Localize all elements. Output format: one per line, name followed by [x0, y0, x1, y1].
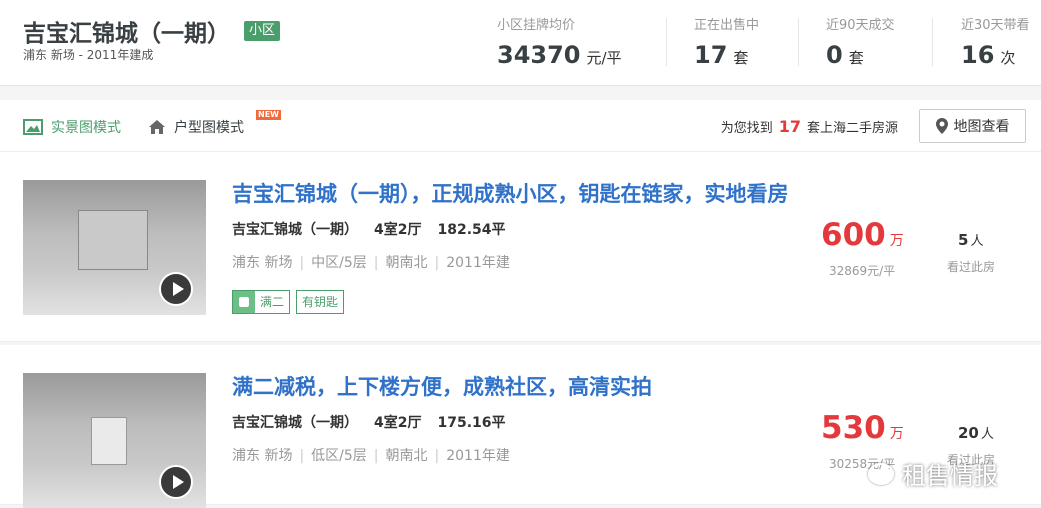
stat-label: 近30天带看 — [961, 18, 1030, 33]
viewer-count: 5人 — [958, 230, 983, 249]
divider — [932, 18, 933, 66]
community-title: 吉宝汇锦城（一期） 小区 — [23, 14, 281, 48]
play-video-icon[interactable] — [159, 272, 193, 306]
image-icon — [23, 119, 43, 135]
stat-number: 17 — [694, 41, 728, 69]
watermark: 租售情报 — [868, 456, 998, 491]
photo-room — [78, 210, 148, 270]
tag-two-years: 满二 — [232, 290, 291, 314]
listing-toolbar: 实景图模式 户型图模式 NEW 为您找到 17 套上海二手房源 地图查看 — [0, 100, 1041, 152]
orientation: 朝南北 — [385, 448, 428, 464]
map-button-label: 地图查看 — [953, 119, 1010, 135]
watermark-text: 租售情报 — [902, 462, 998, 490]
total-price: 530 万 — [821, 410, 904, 446]
viewer-number: 5 — [958, 231, 969, 249]
community-header: 吉宝汇锦城（一期） 小区 浦东 新场 - 2011年建成 小区挂牌均价 3437… — [0, 0, 1041, 86]
photo-window — [91, 417, 127, 465]
stat-deals-90d: 近90天成交 0套 — [826, 14, 895, 74]
orientation: 朝南北 — [385, 255, 428, 271]
divider — [798, 18, 799, 66]
district: 浦东 新场 — [232, 255, 293, 271]
district: 浦东 新场 — [232, 448, 293, 464]
community-subtitle: 浦东 新场 - 2011年建成 — [23, 48, 154, 62]
stat-label: 小区挂牌均价 — [497, 18, 576, 33]
result-suffix: 套上海二手房源 — [806, 121, 898, 136]
build-year: 2011年建 — [446, 255, 510, 271]
unit-price: 32869元/平 — [829, 264, 896, 278]
layout-mode-label: 户型图模式 — [174, 120, 244, 136]
listing-photo[interactable] — [23, 180, 206, 315]
separator: | — [299, 448, 305, 464]
stat-unit: 次 — [1000, 49, 1016, 67]
floor-area: 175.16平 — [437, 415, 506, 431]
stat-visits-30d: 近30天带看 16 次 — [961, 14, 1030, 74]
stat-value: 34370 元/平 — [497, 41, 622, 69]
stat-on-sale: 正在出售中 17 套 — [694, 14, 759, 74]
price-number: 530 — [821, 410, 886, 446]
tag-label: 满二 — [260, 295, 285, 309]
stat-label: 正在出售中 — [694, 18, 760, 33]
viewer-unit: 人 — [970, 234, 984, 249]
result-count: 为您找到 17 套上海二手房源 — [721, 117, 898, 136]
separator: | — [373, 448, 379, 464]
new-badge: NEW — [256, 110, 281, 120]
viewer-number: 20 — [958, 424, 979, 442]
community-badge: 小区 — [244, 21, 281, 41]
house-icon — [149, 120, 165, 134]
stat-unit: 套 — [733, 49, 749, 67]
separator: | — [434, 255, 440, 271]
floor-area: 182.54平 — [437, 222, 506, 238]
map-view-button[interactable]: 地图查看 — [919, 109, 1026, 143]
result-prefix: 为您找到 — [720, 121, 773, 136]
community-name[interactable]: 吉宝汇锦城（一期） — [23, 14, 230, 48]
photo-mode-tab[interactable]: 实景图模式 — [23, 117, 121, 137]
room-layout: 4室2厅 — [374, 415, 422, 431]
price-number: 600 — [821, 217, 886, 253]
stat-label: 近90天成交 — [826, 18, 895, 33]
floor-level: 中区/5层 — [311, 255, 367, 271]
stat-number: 0 — [826, 41, 843, 69]
listing-title[interactable]: 满二减税，上下楼方便，成熟社区，高清实拍 — [232, 371, 652, 401]
stat-unit: 元/平 — [586, 49, 622, 67]
location-pin-icon — [935, 118, 948, 134]
stat-number: 16 — [961, 41, 995, 69]
stat-value: 0套 — [826, 41, 895, 69]
floor-level: 低区/5层 — [311, 448, 367, 464]
viewer-unit: 人 — [980, 427, 994, 442]
separator: | — [434, 448, 440, 464]
position-info: 浦东 新场 | 中区/5层 | 朝南北 | 2011年建 — [232, 252, 510, 272]
bag-icon — [233, 291, 255, 313]
result-number: 17 — [778, 117, 801, 136]
stat-number: 34370 — [497, 41, 581, 69]
play-video-icon[interactable] — [159, 465, 193, 499]
wechat-icon — [868, 462, 894, 485]
listing-photo[interactable] — [23, 373, 206, 508]
tag-has-key: 有钥匙 — [296, 290, 345, 314]
photo-mode-label: 实景图模式 — [51, 120, 121, 136]
house-info: 吉宝汇锦城（一期） 4室2厅 182.54平 — [232, 219, 522, 239]
total-price: 600 万 — [821, 217, 904, 253]
stat-avg-price: 小区挂牌均价 34370 元/平 — [497, 14, 622, 74]
listing-tags: 满二 有钥匙 — [232, 290, 345, 314]
viewer-label: 看过此房 — [947, 260, 996, 274]
listing-item[interactable]: 吉宝汇锦城（一期），正规成熟小区，钥匙在链家，实地看房 吉宝汇锦城（一期） 4室2… — [0, 152, 1041, 342]
position-info: 浦东 新场 | 低区/5层 | 朝南北 | 2011年建 — [232, 445, 510, 465]
stat-value: 17 套 — [694, 41, 759, 69]
community-link[interactable]: 吉宝汇锦城（一期） — [232, 222, 358, 238]
stat-value: 16 次 — [961, 41, 1030, 69]
stat-unit: 套 — [848, 49, 864, 67]
layout-mode-tab[interactable]: 户型图模式 NEW — [148, 110, 281, 137]
separator: | — [299, 255, 305, 271]
community-link[interactable]: 吉宝汇锦城（一期） — [232, 415, 358, 431]
build-year: 2011年建 — [446, 448, 510, 464]
viewer-count: 20 人 — [958, 423, 994, 442]
room-layout: 4室2厅 — [374, 222, 422, 238]
house-info: 吉宝汇锦城（一期） 4室2厅 175.16平 — [232, 412, 522, 432]
price-unit: 万 — [889, 426, 904, 442]
separator: | — [373, 255, 379, 271]
divider — [666, 18, 667, 66]
listing-title[interactable]: 吉宝汇锦城（一期），正规成熟小区，钥匙在链家，实地看房 — [232, 178, 789, 208]
price-unit: 万 — [889, 233, 904, 249]
